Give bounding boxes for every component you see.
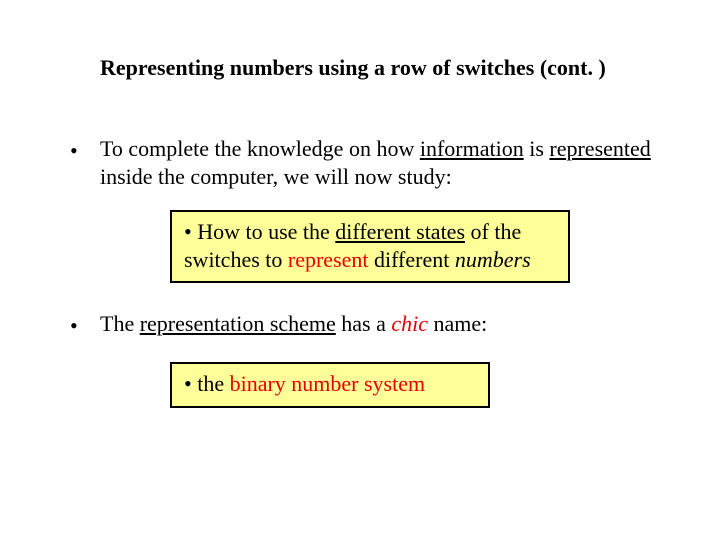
- underline-represented: represented: [549, 136, 650, 161]
- slide: Representing numbers using a row of swit…: [0, 0, 720, 540]
- underline-information: information: [420, 136, 524, 161]
- red-binary-number-system: binary number system: [230, 371, 426, 396]
- text-fragment: name:: [428, 311, 487, 336]
- text-fragment: different: [369, 247, 455, 272]
- bullet-2-text: The representation scheme has a chic nam…: [100, 310, 660, 338]
- bullet-2: • The representation scheme has a chic n…: [70, 310, 660, 340]
- text-fragment: the: [197, 371, 229, 396]
- text-fragment: is: [524, 136, 550, 161]
- bullet-dot: •: [70, 310, 100, 340]
- callout-box-2: • the binary number system: [170, 362, 490, 408]
- slide-title: Representing numbers using a row of swit…: [100, 54, 660, 83]
- text-fragment: How to use the: [197, 219, 335, 244]
- underline-representation-scheme: representation scheme: [140, 311, 336, 336]
- sub-bullet-dot: •: [184, 371, 192, 396]
- text-fragment: inside the computer, we will now study:: [100, 164, 452, 189]
- italic-numbers: numbers: [455, 247, 531, 272]
- underline-different-states: different states: [335, 219, 465, 244]
- bullet-dot: •: [70, 135, 100, 165]
- text-fragment: The: [100, 311, 140, 336]
- sub-bullet-dot: •: [184, 219, 192, 244]
- text-fragment: To complete the knowledge on how: [100, 136, 420, 161]
- text-fragment: has a: [336, 311, 392, 336]
- bullet-1-text: To complete the knowledge on how informa…: [100, 135, 660, 190]
- bullet-1: • To complete the knowledge on how infor…: [70, 135, 660, 190]
- italic-red-chic: chic: [391, 311, 428, 336]
- callout-box-1: • How to use the different states of the…: [170, 210, 570, 283]
- red-represent: represent: [288, 247, 369, 272]
